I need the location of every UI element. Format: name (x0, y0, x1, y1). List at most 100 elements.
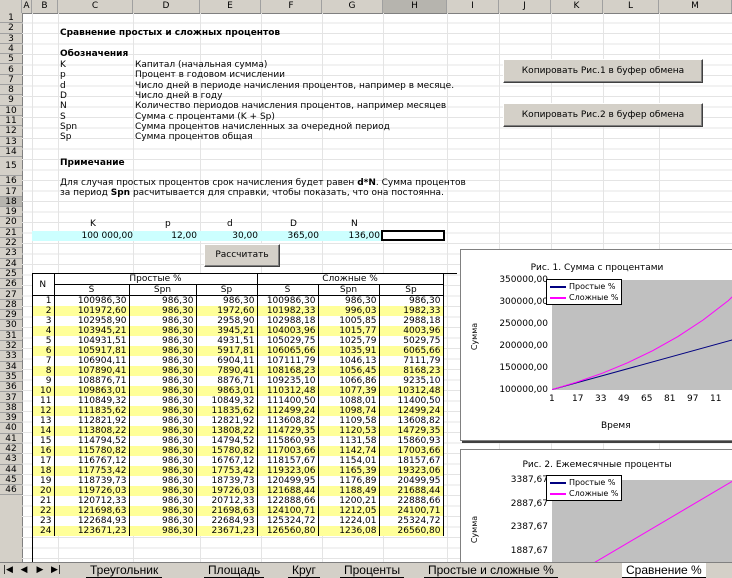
chart-figure-2[interactable]: Рис. 2. Ежемесячные проценты Сумма 3387,… (460, 449, 732, 562)
table-cell[interactable]: 10 (32, 386, 55, 396)
table-cell[interactable]: 986,30 (318, 295, 380, 306)
table-cell[interactable]: 17 (32, 456, 55, 466)
table-cell[interactable]: 986,30 (129, 456, 197, 466)
col-header-d[interactable]: D (133, 0, 200, 13)
row-header-31[interactable]: 31 (0, 331, 22, 341)
table-cell[interactable]: 105029,75 (257, 336, 319, 346)
table-cell[interactable]: 2988,18 (379, 316, 444, 326)
row-header-20[interactable]: 20 (0, 217, 22, 228)
table-cell[interactable]: 1142,74 (318, 446, 380, 456)
row-header-42[interactable]: 42 (0, 444, 22, 455)
tab-area[interactable]: Площадь (204, 563, 265, 578)
row-header-23[interactable]: 23 (0, 248, 22, 259)
table-cell[interactable]: 986,30 (129, 376, 197, 386)
col-header-m[interactable]: M (659, 0, 732, 13)
table-cell[interactable]: 4 (32, 326, 55, 336)
table-cell[interactable]: 986,30 (129, 386, 197, 396)
table-cell[interactable]: 5 (32, 336, 55, 346)
table-cell[interactable]: 9863,01 (196, 386, 258, 396)
input-k[interactable]: 100 000,00 (58, 231, 133, 241)
table-cell[interactable]: 108168,23 (257, 366, 319, 376)
table-cell[interactable]: 986,30 (129, 396, 197, 406)
table-cell[interactable]: 12 (32, 406, 55, 416)
select-all-corner[interactable] (0, 0, 22, 13)
table-cell[interactable]: 101982,33 (257, 306, 319, 316)
table-cell[interactable]: 20712,33 (196, 496, 258, 506)
first-sheet-icon[interactable]: |◀ (2, 565, 14, 575)
table-cell[interactable]: 7 (32, 356, 55, 366)
table-cell[interactable]: 12821,92 (196, 416, 258, 426)
table-cell[interactable]: 121688,44 (257, 486, 319, 496)
table-cell[interactable]: 1035,91 (318, 346, 380, 356)
row-header-17[interactable]: 17 (0, 187, 22, 197)
table-cell[interactable]: 1120,53 (318, 426, 380, 436)
col-header-i[interactable]: I (447, 0, 499, 13)
table-cell[interactable]: 986,30 (129, 436, 197, 446)
table-cell[interactable]: 106904,11 (54, 356, 130, 366)
row-header-5[interactable]: 5 (0, 54, 22, 65)
table-cell[interactable]: 121698,63 (54, 506, 130, 516)
table-cell[interactable]: 25324,72 (379, 516, 444, 526)
col-header-k[interactable]: K (551, 0, 603, 13)
row-header-11[interactable]: 11 (0, 116, 22, 127)
table-cell[interactable]: 117753,42 (54, 466, 130, 476)
table-cell[interactable]: 2 (32, 306, 55, 316)
row-header-14[interactable]: 14 (0, 147, 22, 158)
row-header-6[interactable]: 6 (0, 65, 22, 75)
row-header-18[interactable]: 18 (0, 196, 22, 208)
table-cell[interactable]: 3 (32, 316, 55, 326)
table-cell[interactable]: 118739,73 (54, 476, 130, 486)
table-cell[interactable]: 1154,01 (318, 456, 380, 466)
table-cell[interactable]: 26560,80 (379, 526, 444, 536)
table-cell[interactable]: 104003,96 (257, 326, 319, 336)
table-cell[interactable]: 116767,12 (54, 456, 130, 466)
col-header-c[interactable]: C (58, 0, 133, 13)
table-cell[interactable]: 11835,62 (196, 406, 258, 416)
table-cell[interactable]: 1088,01 (318, 396, 380, 406)
table-cell[interactable]: 120712,33 (54, 496, 130, 506)
col-header-b[interactable]: B (32, 0, 58, 13)
table-cell[interactable]: 124100,71 (257, 506, 319, 516)
row-header-24[interactable]: 24 (0, 259, 22, 269)
table-cell[interactable]: 122684,93 (54, 516, 130, 526)
input-n[interactable]: 136,00 (322, 231, 381, 241)
table-cell[interactable]: 9 (32, 376, 55, 386)
table-cell[interactable]: 10312,48 (379, 386, 444, 396)
row-header-21[interactable]: 21 (0, 228, 22, 238)
row-header-39[interactable]: 39 (0, 413, 22, 424)
row-header-40[interactable]: 40 (0, 423, 22, 434)
table-cell[interactable]: 1188,49 (318, 486, 380, 496)
row-header-33[interactable]: 33 (0, 351, 22, 362)
table-cell[interactable]: 986,30 (129, 486, 197, 496)
row-header-27[interactable]: 27 (0, 290, 22, 300)
table-cell[interactable]: 986,30 (196, 295, 258, 306)
row-header-12[interactable]: 12 (0, 126, 22, 137)
table-cell[interactable]: 986,30 (129, 526, 197, 536)
table-cell[interactable]: 4003,96 (379, 326, 444, 336)
table-cell[interactable]: 15860,93 (379, 436, 444, 446)
table-cell[interactable]: 24 (32, 526, 55, 536)
table-cell[interactable]: 1025,79 (318, 336, 380, 346)
table-cell[interactable]: 107890,41 (54, 366, 130, 376)
table-cell[interactable]: 986,30 (129, 316, 197, 326)
table-cell[interactable]: 6065,66 (379, 346, 444, 356)
table-cell[interactable]: 7111,79 (379, 356, 444, 366)
row-header-35[interactable]: 35 (0, 372, 22, 383)
col-header-h[interactable]: H (383, 0, 447, 13)
table-cell[interactable]: 5029,75 (379, 336, 444, 346)
row-header-15[interactable]: 15 (0, 157, 22, 177)
row-header-44[interactable]: 44 (0, 465, 22, 475)
table-cell[interactable]: 100986,30 (54, 295, 130, 306)
table-cell[interactable]: 109863,01 (54, 386, 130, 396)
table-cell[interactable]: 24100,71 (379, 506, 444, 516)
table-cell[interactable]: 986,30 (129, 516, 197, 526)
row-header-41[interactable]: 41 (0, 434, 22, 444)
table-cell[interactable]: 1015,77 (318, 326, 380, 336)
table-cell[interactable]: 986,30 (129, 506, 197, 516)
row-header-2[interactable]: 2 (0, 23, 22, 34)
row-header-22[interactable]: 22 (0, 238, 22, 249)
row-header-29[interactable]: 29 (0, 310, 22, 321)
col-header-f[interactable]: F (261, 0, 322, 13)
table-cell[interactable]: 15780,82 (196, 446, 258, 456)
table-cell[interactable]: 1982,33 (379, 306, 444, 316)
